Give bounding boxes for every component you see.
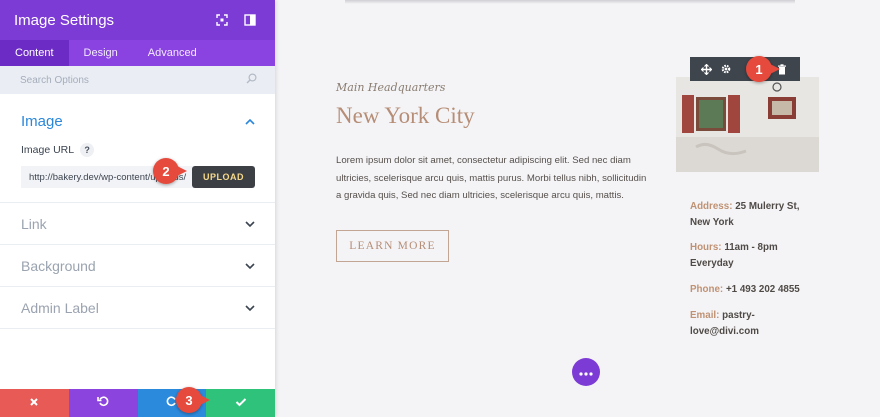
headline: New York City bbox=[336, 103, 475, 128]
search-icon bbox=[246, 71, 257, 89]
background-section-title: Background bbox=[21, 257, 96, 274]
phone-key: Phone: bbox=[690, 284, 724, 295]
panel-tabs: Content Design Advanced bbox=[0, 40, 275, 66]
panel-header: Image Settings bbox=[0, 0, 275, 40]
link-section[interactable]: Link bbox=[0, 203, 275, 245]
help-icon[interactable]: ? bbox=[80, 143, 95, 157]
close-icon bbox=[29, 394, 39, 412]
tab-design[interactable]: Design bbox=[69, 40, 133, 66]
tab-advanced[interactable]: Advanced bbox=[133, 40, 212, 66]
gear-icon[interactable] bbox=[716, 59, 736, 79]
admin-label-section-title: Admin Label bbox=[21, 299, 99, 316]
ellipsis-icon bbox=[579, 363, 593, 381]
storefront-illustration bbox=[676, 77, 819, 172]
module-toolbar bbox=[690, 57, 800, 81]
panel-footer bbox=[0, 389, 275, 417]
undo-icon bbox=[97, 394, 109, 412]
panel-title: Image Settings bbox=[14, 11, 115, 29]
image-section: Image Image URL ? UPLOAD bbox=[0, 94, 275, 203]
email-key: Email: bbox=[690, 310, 720, 321]
background-section[interactable]: Background bbox=[0, 245, 275, 287]
learn-more-button[interactable]: LEARN MORE bbox=[336, 230, 449, 262]
admin-label-section[interactable]: Admin Label bbox=[0, 287, 275, 329]
hours-block: Hours: 11am - 8pm Everyday bbox=[690, 240, 815, 272]
link-section-title: Link bbox=[21, 215, 47, 232]
body-paragraph: Lorem ipsum dolor sit amet, consectetur … bbox=[336, 155, 647, 201]
chevron-up-icon bbox=[245, 112, 255, 130]
image-section-header[interactable]: Image bbox=[0, 94, 275, 138]
more-options-button[interactable] bbox=[572, 358, 600, 386]
move-icon[interactable] bbox=[696, 59, 716, 79]
save-button[interactable] bbox=[206, 389, 275, 417]
upload-button[interactable]: UPLOAD bbox=[192, 166, 255, 188]
image-url-label: Image URL ? bbox=[21, 143, 275, 157]
address-key: Address: bbox=[690, 201, 733, 212]
callout-marker-2: 2 bbox=[153, 158, 187, 184]
fullscreen-icon[interactable] bbox=[211, 9, 233, 31]
callout-marker-3: 3 bbox=[176, 387, 210, 413]
sidebar-toggle-icon[interactable] bbox=[239, 9, 261, 31]
undo-button[interactable] bbox=[68, 389, 138, 417]
kicker-text: Main Headquarters bbox=[336, 81, 446, 94]
top-section-shadow bbox=[345, 0, 795, 4]
discard-button[interactable] bbox=[0, 389, 69, 417]
image-settings-panel: Image Settings Content Design Advanced I… bbox=[0, 0, 275, 417]
image-url-label-text: Image URL bbox=[21, 144, 75, 156]
image-section-title: Image bbox=[21, 112, 63, 130]
hours-key: Hours: bbox=[690, 242, 722, 253]
phone-value: +1 493 202 4855 bbox=[725, 284, 800, 295]
chevron-down-icon bbox=[245, 299, 255, 317]
address-block: Address: 25 Mulerry St, New York bbox=[690, 199, 815, 231]
image-url-row: UPLOAD bbox=[21, 166, 255, 188]
callout-marker-1: 1 bbox=[746, 56, 780, 82]
storefront-image[interactable] bbox=[676, 77, 819, 172]
chevron-down-icon bbox=[245, 257, 255, 275]
search-options-input[interactable] bbox=[20, 74, 246, 86]
email-block: Email: pastry-love@divi.com bbox=[690, 308, 785, 340]
chevron-down-icon bbox=[245, 215, 255, 233]
checkmark-icon bbox=[235, 394, 247, 412]
search-bar bbox=[0, 66, 275, 94]
phone-block: Phone: +1 493 202 4855 bbox=[690, 282, 815, 298]
tab-content[interactable]: Content bbox=[0, 40, 69, 66]
